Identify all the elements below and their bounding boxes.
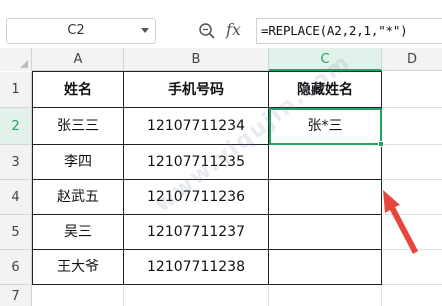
column-header-c[interactable]: C	[269, 48, 382, 71]
cell-d7[interactable]	[382, 285, 442, 306]
cell-c7[interactable]	[269, 285, 382, 306]
formula-text: =REPLACE(A2,2,1,"*")	[261, 23, 408, 38]
column-header-d[interactable]: D	[382, 48, 442, 71]
cell-c4[interactable]	[269, 180, 382, 215]
cell-a5[interactable]: 吴三	[33, 215, 124, 250]
row-header-4[interactable]: 4	[0, 180, 32, 215]
cell-a4[interactable]: 赵武五	[33, 180, 124, 215]
fx-icon[interactable]: fx	[226, 20, 241, 39]
cell-d5[interactable]	[382, 215, 442, 250]
name-box[interactable]: C2	[6, 18, 156, 44]
row-header-2[interactable]: 2	[0, 108, 32, 145]
zoom-icon[interactable]	[198, 22, 216, 40]
cell-b2[interactable]: 12107711234	[124, 108, 269, 145]
column-header-row: A B C D	[0, 48, 442, 71]
cell-b3[interactable]: 12107711235	[124, 145, 269, 180]
corner-triangle-icon	[20, 60, 28, 68]
cell-a1[interactable]: 姓名	[33, 72, 124, 108]
column-header-b[interactable]: B	[124, 48, 269, 71]
spreadsheet-grid: A B C D 1 2 3 4 5 6 7 姓名 手机号码 隐藏姓名 张三三 1…	[0, 48, 442, 306]
cell-d6[interactable]	[382, 250, 442, 285]
cell-c5[interactable]	[269, 215, 382, 250]
row-header-7[interactable]: 7	[0, 285, 32, 306]
fill-handle[interactable]	[378, 141, 384, 147]
formula-input[interactable]: =REPLACE(A2,2,1,"*")	[256, 18, 442, 44]
select-all-corner[interactable]	[0, 48, 32, 71]
cell-c2[interactable]: 张*三	[269, 108, 382, 145]
cell-c6[interactable]	[269, 250, 382, 285]
cell-d1[interactable]	[382, 72, 442, 108]
cell-b6[interactable]: 12107711238	[124, 250, 269, 285]
chevron-down-icon[interactable]	[141, 28, 149, 33]
cell-d4[interactable]	[382, 180, 442, 215]
cell-d2[interactable]	[382, 108, 442, 145]
row-header-3[interactable]: 3	[0, 145, 32, 180]
cell-c3[interactable]	[269, 145, 382, 180]
cell-a7[interactable]	[33, 285, 124, 306]
formula-bar: C2 fx =REPLACE(A2,2,1,"*")	[0, 0, 442, 48]
cell-b1[interactable]: 手机号码	[124, 72, 269, 108]
cell-b4[interactable]: 12107711236	[124, 180, 269, 215]
cell-c1[interactable]: 隐藏姓名	[269, 72, 382, 108]
cell-b7[interactable]	[124, 285, 269, 306]
row-header-5[interactable]: 5	[0, 215, 32, 250]
row-header-6[interactable]: 6	[0, 250, 32, 285]
cell-a6[interactable]: 王大爷	[33, 250, 124, 285]
row-header-1[interactable]: 1	[0, 72, 32, 108]
cell-a3[interactable]: 李四	[33, 145, 124, 180]
name-box-value: C2	[67, 23, 85, 38]
column-header-a[interactable]: A	[33, 48, 124, 71]
cell-d3[interactable]	[382, 145, 442, 180]
cell-b5[interactable]: 12107711237	[124, 215, 269, 250]
cell-a2[interactable]: 张三三	[33, 108, 124, 145]
